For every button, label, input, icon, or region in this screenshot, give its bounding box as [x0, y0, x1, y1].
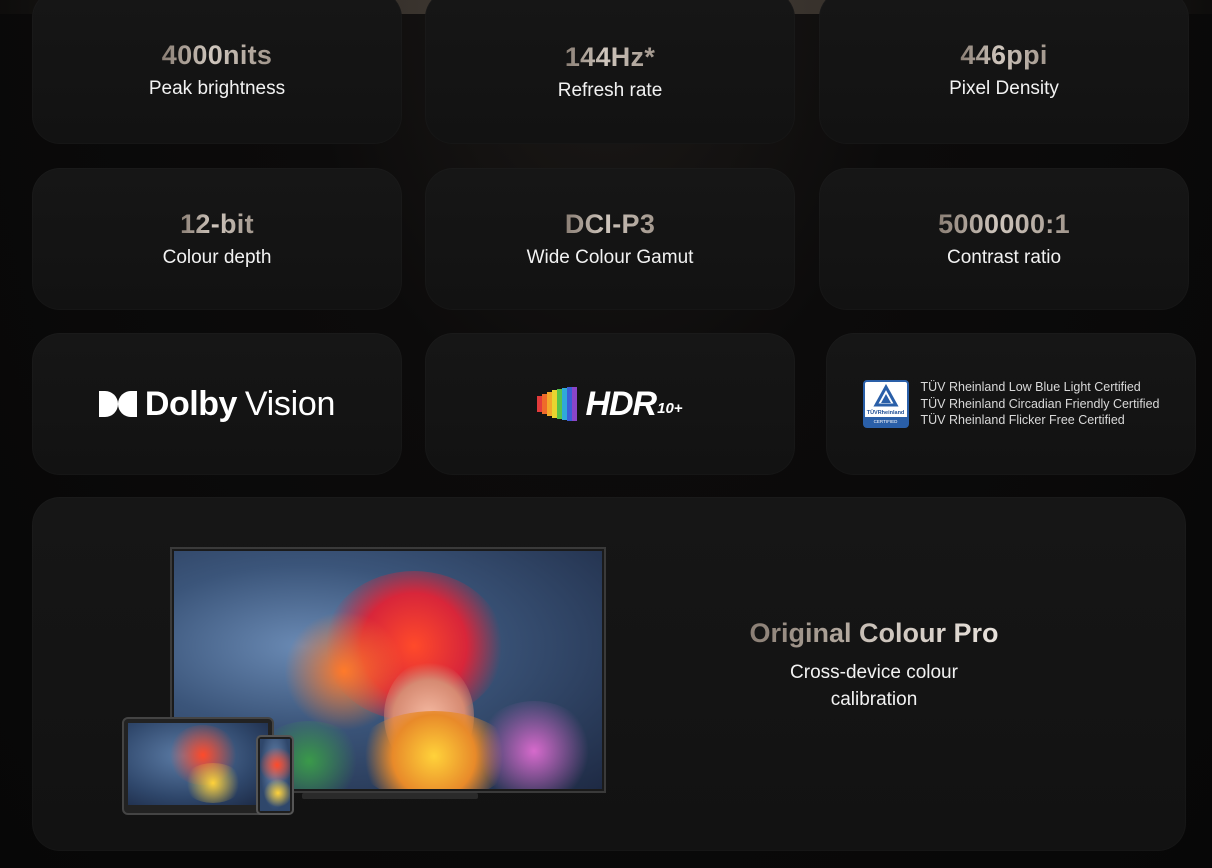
hdr-sub-word: 10+ [657, 399, 683, 417]
vision-word: Vision [244, 384, 336, 423]
tuv-badge-name: TÜVRheinland [866, 410, 905, 416]
feature-description: Cross-device colour calibration [712, 659, 1036, 713]
phone-screen [260, 739, 290, 811]
spec-value: 12-bit [180, 209, 254, 240]
feature-title-part1: Original [749, 618, 852, 648]
original-colour-pro-card: Original Colour Pro Cross-device colour … [32, 497, 1186, 851]
spec-label: Pixel Density [949, 77, 1059, 99]
spec-card-pixel-density: 446ppi Pixel Density [819, 0, 1189, 144]
spec-card-colour-depth: 12-bit Colour depth [32, 168, 402, 310]
spec-card-peak-brightness: 4000nits Peak brightness [32, 0, 402, 144]
tuv-line-circadian: TÜV Rheinland Circadian Friendly Certifi… [920, 396, 1160, 411]
tablet-image [122, 717, 274, 815]
original-colour-pro-text: Original Colour Pro Cross-device colour … [712, 617, 1036, 713]
hdr10-plus-logo: HDR 10+ [537, 384, 683, 424]
dolby-vision-card: Dolby Vision [32, 333, 402, 475]
tuv-certified-badge-icon: TÜVRheinland CERTIFIED [862, 380, 909, 428]
feature-desc-line2: calibration [830, 689, 918, 711]
spec-value: 4000nits [161, 40, 273, 71]
feature-desc-line1: Cross-device colour [790, 662, 958, 684]
tv-stand [302, 793, 478, 799]
dolby-double-d-icon [98, 391, 137, 417]
tuv-badge-caption: CERTIFIED [873, 419, 898, 424]
feature-title: Original Colour Pro [712, 617, 1036, 649]
tuv-lines: TÜV Rheinland Low Blue Light Certified T… [921, 379, 1160, 429]
tuv-badge-bar: CERTIFIED [864, 417, 907, 426]
spec-value: 144Hz* [564, 42, 656, 73]
spec-card-refresh-rate: 144Hz* Refresh rate [425, 0, 795, 144]
tuv-line-flicker-free: TÜV Rheinland Flicker Free Certified [920, 413, 1125, 428]
devices-image [32, 497, 632, 851]
phone-image [256, 735, 294, 815]
page: 4000nits Peak brightness 144Hz* Refresh … [0, 0, 1212, 868]
spec-label: Peak brightness [148, 77, 286, 99]
spec-label: Colour depth [162, 246, 272, 268]
spec-label: Contrast ratio [946, 246, 1062, 268]
dolby-word: Dolby [144, 384, 237, 423]
spec-label: Wide Colour Gamut [526, 246, 694, 268]
spec-card-wide-colour-gamut: DCI-P3 Wide Colour Gamut [425, 168, 795, 310]
hdr10-plus-card: HDR 10+ [425, 333, 795, 475]
spec-value: 446ppi [960, 40, 1048, 71]
spec-label: Refresh rate [557, 79, 663, 101]
tablet-screen [128, 723, 268, 805]
tuv-certification: TÜVRheinland CERTIFIED TÜV Rheinland Low… [862, 379, 1160, 429]
hdr-word: HDR [585, 384, 657, 423]
feature-title-part2: Colour Pro [859, 618, 999, 648]
hdr-rainbow-bars-icon [537, 387, 578, 421]
spec-value: DCI-P3 [564, 209, 656, 240]
tuv-line-low-blue-light: TÜV Rheinland Low Blue Light Certified [920, 380, 1141, 395]
spec-card-contrast-ratio: 5000000:1 Contrast ratio [819, 168, 1189, 310]
tuv-certification-card: TÜVRheinland CERTIFIED TÜV Rheinland Low… [826, 333, 1196, 475]
dolby-vision-logo: Dolby Vision [98, 384, 336, 424]
spec-value: 5000000:1 [938, 209, 1070, 240]
